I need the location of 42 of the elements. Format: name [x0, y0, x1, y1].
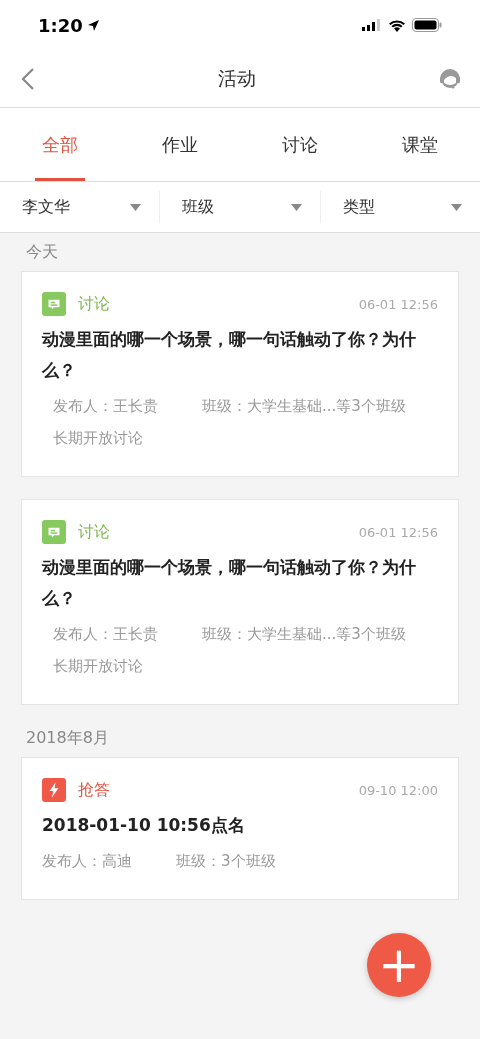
dropdown-caret-icon	[130, 203, 142, 211]
back-chevron-icon	[20, 66, 36, 91]
activity-time: 09-10 12:00	[358, 782, 438, 798]
activity-type: 讨论	[78, 521, 110, 543]
support-button[interactable]	[438, 66, 462, 91]
battery-icon	[412, 18, 442, 32]
section-heading: 今天	[26, 242, 58, 261]
classes-text: 班级：大学生基础...等3个班级	[202, 396, 406, 417]
back-button[interactable]	[20, 66, 36, 91]
page-title: 活动	[217, 65, 257, 91]
lightning-icon	[42, 778, 66, 802]
discussion-note: 长期开放讨论	[53, 428, 144, 449]
wifi-icon	[388, 18, 406, 32]
publisher-text: 发布人：王长贵	[53, 396, 158, 417]
location-arrow-icon	[86, 18, 100, 32]
headset-avatar-icon	[438, 66, 462, 91]
dropdown-caret-icon	[451, 203, 462, 211]
tab[interactable]: 作业	[120, 108, 240, 181]
discussion-note: 长期开放讨论	[53, 656, 144, 677]
classes-text: 班级：3个班级	[176, 851, 276, 872]
discussion-icon	[42, 292, 66, 316]
activity-time: 06-01 12:56	[358, 524, 438, 540]
dropdown-caret-icon	[290, 203, 302, 211]
activity-title: 动漫里面的哪一个场景，哪一句话触动了你？为什么？	[42, 328, 417, 382]
publisher-text: 发布人：王长贵	[53, 624, 158, 645]
signal-icon	[362, 19, 382, 31]
activity-time: 06-01 12:56	[358, 296, 438, 312]
activity-title: 动漫里面的哪一个场景，哪一句话触动了你？为什么？	[42, 556, 417, 610]
tab[interactable]: 课堂	[360, 108, 480, 181]
discussion-icon	[42, 520, 66, 544]
filter-dropdown[interactable]: 班级	[159, 191, 320, 223]
tab[interactable]: 全部	[0, 108, 120, 181]
activity-type: 讨论	[78, 293, 110, 315]
publisher-text: 发布人：高迪	[42, 851, 132, 872]
activity-title: 2018-01-10 10:56点名	[42, 814, 246, 837]
filter-dropdown[interactable]: 李文华	[0, 191, 160, 223]
filter-dropdown[interactable]: 类型	[319, 191, 480, 223]
activity-type: 抢答	[78, 779, 110, 801]
tab[interactable]: 讨论	[240, 108, 360, 181]
clock-time: 1:20	[38, 14, 83, 36]
section-heading: 2018年8月	[26, 728, 109, 747]
classes-text: 班级：大学生基础...等3个班级	[202, 624, 406, 645]
